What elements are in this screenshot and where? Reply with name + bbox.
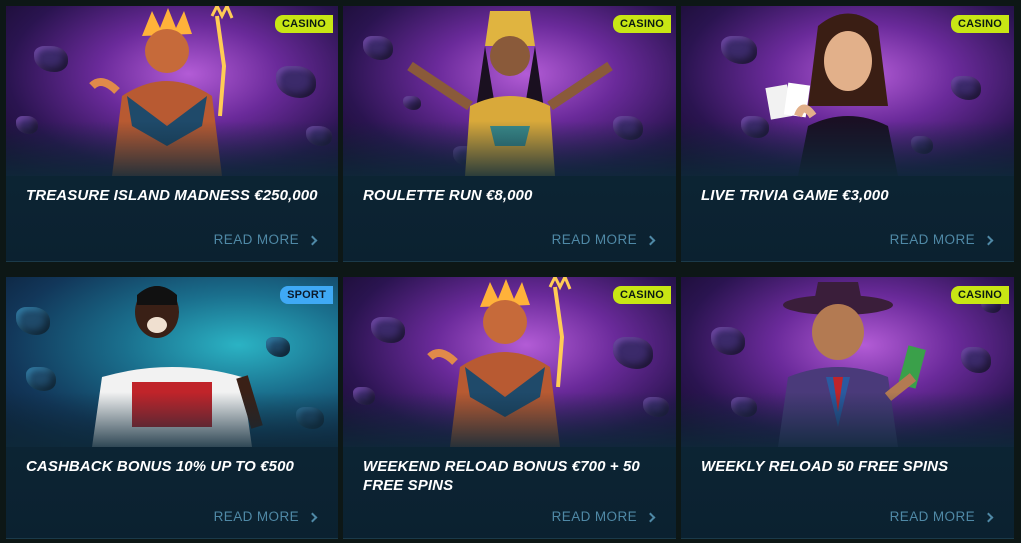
chevron-right-icon (645, 512, 656, 522)
read-more-link[interactable]: READ MORE (889, 509, 994, 524)
read-more-label: READ MORE (889, 509, 975, 524)
casino-badge: CASINO (613, 286, 671, 304)
promo-title: WEEKEND RELOAD BONUS €700 + 50 FREE SPIN… (363, 458, 640, 494)
read-more-link[interactable]: READ MORE (551, 509, 656, 524)
chevron-right-icon (307, 512, 318, 522)
read-more-label: READ MORE (551, 509, 637, 524)
casino-badge: CASINO (613, 15, 671, 33)
promotions-grid: CASINO TREASURE ISLAND MADNESS €250,000 … (6, 6, 1014, 539)
promo-title: CASHBACK BONUS 10% UP TO €500 (26, 458, 294, 475)
promo-card-cashback-bonus[interactable]: SPORT CASHBACK BONUS 10% UP TO €500 READ… (6, 277, 338, 539)
chevron-right-icon (983, 512, 994, 522)
chevron-right-icon (307, 235, 318, 245)
read-more-label: READ MORE (213, 509, 299, 524)
promo-card-roulette-run[interactable]: CASINO ROULETTE RUN €8,000 READ MORE (343, 6, 676, 262)
chevron-right-icon (983, 235, 994, 245)
promo-card-treasure-island[interactable]: CASINO TREASURE ISLAND MADNESS €250,000 … (6, 6, 338, 262)
casino-badge: CASINO (951, 286, 1009, 304)
read-more-link[interactable]: READ MORE (889, 232, 994, 247)
read-more-link[interactable]: READ MORE (551, 232, 656, 247)
read-more-label: READ MORE (889, 232, 975, 247)
promo-title: WEEKLY RELOAD 50 FREE SPINS (701, 458, 949, 475)
promo-title: TREASURE ISLAND MADNESS €250,000 (26, 187, 318, 204)
promo-card-weekend-reload[interactable]: CASINO WEEKEND RELOAD BONUS €700 + 50 FR… (343, 277, 676, 539)
read-more-link[interactable]: READ MORE (213, 509, 318, 524)
promo-title: LIVE TRIVIA GAME €3,000 (701, 187, 889, 204)
promo-card-weekly-reload[interactable]: CASINO WEEKLY RELOAD 50 FREE SPINS READ … (681, 277, 1014, 539)
promo-title: ROULETTE RUN €8,000 (363, 187, 533, 204)
read-more-label: READ MORE (213, 232, 299, 247)
sport-badge: SPORT (280, 286, 333, 304)
casino-badge: CASINO (275, 15, 333, 33)
casino-badge: CASINO (951, 15, 1009, 33)
chevron-right-icon (645, 235, 656, 245)
read-more-label: READ MORE (551, 232, 637, 247)
read-more-link[interactable]: READ MORE (213, 232, 318, 247)
promo-card-live-trivia[interactable]: CASINO LIVE TRIVIA GAME €3,000 READ MORE (681, 6, 1014, 262)
